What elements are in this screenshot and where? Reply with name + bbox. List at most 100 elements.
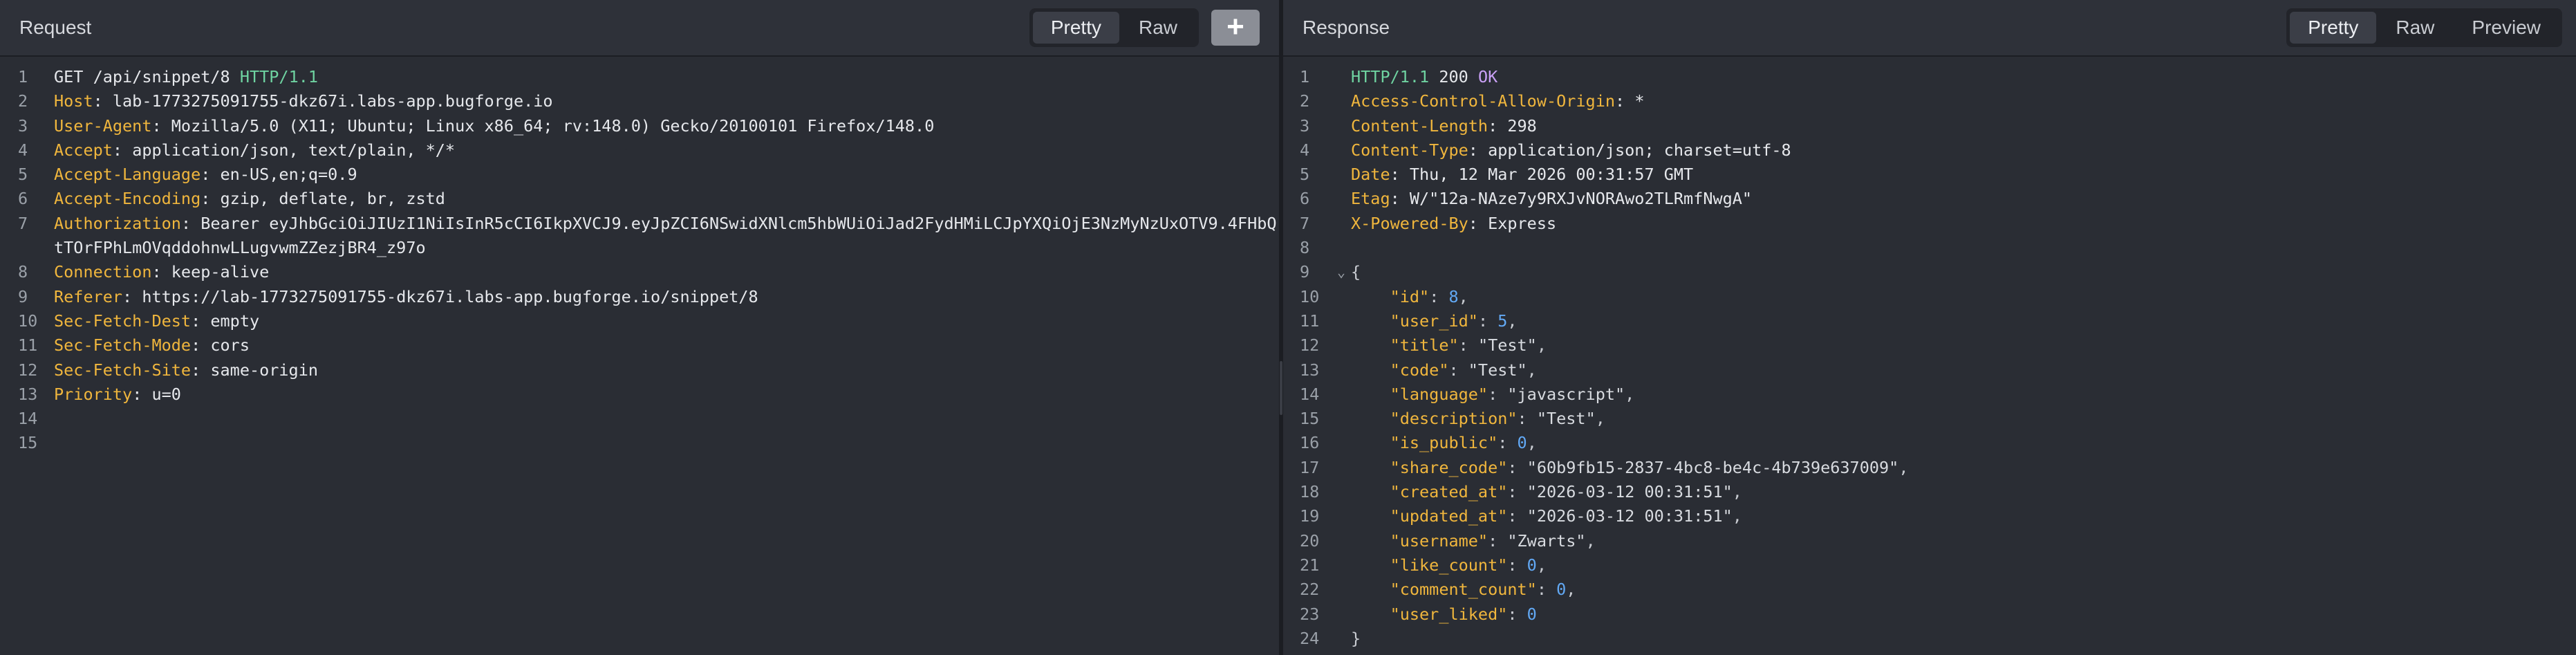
header-value: keep-alive <box>171 262 270 282</box>
empty-line: 8 <box>1283 236 2576 260</box>
add-button[interactable]: + <box>1211 10 1260 46</box>
json-value: "2026-03-12 00:31:51" <box>1527 482 1733 502</box>
json-comma: , <box>1507 311 1518 331</box>
line-number: 23 <box>1300 604 1320 624</box>
request-header-line: 3 User-Agent: Mozilla/5.0 (X11; Ubuntu; … <box>0 114 1279 138</box>
json-value: 0 <box>1517 433 1527 453</box>
response-editor[interactable]: 1 HTTP/1.1 200 OK 2 Access-Control-Allow… <box>1283 57 2576 651</box>
header-name: Accept <box>54 140 113 160</box>
header-name: Accept-Encoding <box>54 189 201 209</box>
line-number: 9 <box>1300 262 1310 282</box>
request-pretty-tab[interactable]: Pretty <box>1032 12 1119 44</box>
request-panel: Request Pretty Raw + 1 GET /api/snippet/… <box>0 0 1279 655</box>
line-number: 13 <box>18 384 38 404</box>
json-field-line: 16 "is_public": 0, <box>1283 431 2576 455</box>
json-key: "title" <box>1390 335 1459 356</box>
line-number: 14 <box>18 409 38 429</box>
response-header-line: 6 Etag: W/"12a-NAze7y9RXJvNORAwo2TLRmfNw… <box>1283 187 2576 211</box>
json-key: "created_at" <box>1390 482 1508 502</box>
empty-line: 14 <box>0 407 1279 431</box>
line-number: 4 <box>1300 140 1310 160</box>
response-header-line: 2 Access-Control-Allow-Origin: * <box>1283 89 2576 113</box>
request-header-line: 8 Connection: keep-alive <box>0 260 1279 284</box>
json-field-line: 14 "language": "javascript", <box>1283 382 2576 407</box>
http-message-viewer: Request Pretty Raw + 1 GET /api/snippet/… <box>0 0 2576 655</box>
line-number: 13 <box>1300 360 1320 380</box>
json-comma: , <box>1536 555 1547 575</box>
line-number: 18 <box>1300 482 1320 502</box>
json-comma: , <box>1527 433 1537 453</box>
line-number: 2 <box>1300 91 1310 111</box>
json-comma: , <box>1527 360 1537 380</box>
header-name: Sec-Fetch-Mode <box>54 335 192 356</box>
header-value: u=0 <box>151 384 181 404</box>
request-raw-tab[interactable]: Raw <box>1121 12 1195 44</box>
header-name: Accept-Language <box>54 165 201 185</box>
line-number: 20 <box>1300 531 1320 551</box>
json-comma: , <box>1458 286 1468 306</box>
line-number: 10 <box>1300 286 1320 306</box>
json-comma: , <box>1732 482 1742 502</box>
json-key: "language" <box>1390 384 1488 404</box>
response-header-line: 4 Content-Type: application/json; charse… <box>1283 138 2576 163</box>
json-field-line: 20 "username": "Zwarts", <box>1283 529 2576 553</box>
line-number: 17 <box>1300 457 1320 477</box>
header-value: gzip, deflate, br, zstd <box>220 189 445 209</box>
json-close-line: 24 } <box>1283 627 2576 651</box>
line-number: 24 <box>1300 628 1320 648</box>
line-number: 21 <box>1300 555 1320 575</box>
response-raw-tab[interactable]: Raw <box>2378 12 2452 44</box>
http-method: GET <box>54 67 84 86</box>
request-title: Request <box>19 17 92 38</box>
header-value: 298 <box>1507 116 1537 136</box>
json-key: "user_id" <box>1390 311 1478 331</box>
json-value: "Zwarts" <box>1507 531 1586 551</box>
line-number: 9 <box>18 286 28 306</box>
response-pretty-tab[interactable]: Pretty <box>2290 12 2377 44</box>
status-text: OK <box>1477 67 1498 86</box>
header-value: https://lab-1773275091755-dkz67i.labs-ap… <box>142 286 758 306</box>
request-header-line: 7 Authorization: Bearer eyJhbGciOiJIUzI1… <box>0 212 1279 261</box>
fold-chevron-icon[interactable]: ⌄ <box>1337 260 1351 284</box>
empty-line: 15 <box>0 431 1279 455</box>
json-comma: , <box>1566 580 1576 600</box>
header-name: X-Powered-By <box>1351 213 1468 233</box>
json-value: 5 <box>1497 311 1508 331</box>
request-header-line: 13 Priority: u=0 <box>0 382 1279 407</box>
line-number: 14 <box>1300 384 1320 404</box>
request-header-line: 2 Host: lab-1773275091755-dkz67i.labs-ap… <box>0 89 1279 113</box>
json-value: 0 <box>1527 604 1537 624</box>
json-field-line: 23 "user_liked": 0 <box>1283 602 2576 627</box>
header-value: Mozilla/5.0 (X11; Ubuntu; Linux x86_64; … <box>171 116 935 136</box>
request-header-line: 6 Accept-Encoding: gzip, deflate, br, zs… <box>0 187 1279 211</box>
line-number: 6 <box>1300 189 1310 209</box>
line-number: 3 <box>18 116 28 136</box>
json-value: "javascript" <box>1507 384 1625 404</box>
line-number: 22 <box>1300 580 1320 600</box>
line-number: 12 <box>18 360 38 380</box>
line-number: 5 <box>18 165 28 185</box>
header-name: User-Agent <box>54 116 152 136</box>
header-value: cors <box>210 335 250 356</box>
json-value: 8 <box>1448 286 1459 306</box>
response-header-line: 5 Date: Thu, 12 Mar 2026 00:31:57 GMT <box>1283 163 2576 187</box>
json-close-brace: } <box>1351 628 1361 648</box>
header-value: lab-1773275091755-dkz67i.labs-app.bugfor… <box>112 91 553 111</box>
json-open-brace: { <box>1351 262 1361 282</box>
header-name: Content-Length <box>1351 116 1488 136</box>
json-field-line: 19 "updated_at": "2026-03-12 00:31:51", <box>1283 504 2576 528</box>
resize-grip-icon[interactable] <box>1280 361 1282 415</box>
request-path: /api/snippet/8 <box>83 67 240 86</box>
json-key: "id" <box>1390 286 1430 306</box>
request-header: Request Pretty Raw + <box>0 0 1279 57</box>
line-number: 8 <box>18 262 28 282</box>
response-preview-tab[interactable]: Preview <box>2454 12 2559 44</box>
response-title: Response <box>1303 17 1390 38</box>
line-number: 11 <box>18 335 38 356</box>
json-field-line: 17 "share_code": "60b9fb15-2837-4bc8-be4… <box>1283 456 2576 480</box>
request-editor[interactable]: 1 GET /api/snippet/8 HTTP/1.1 2 Host: la… <box>0 57 1279 456</box>
line-number: 15 <box>18 433 38 453</box>
status-line: 1 HTTP/1.1 200 OK <box>1283 65 2576 89</box>
json-value: "2026-03-12 00:31:51" <box>1527 506 1733 526</box>
line-number: 5 <box>1300 165 1310 185</box>
